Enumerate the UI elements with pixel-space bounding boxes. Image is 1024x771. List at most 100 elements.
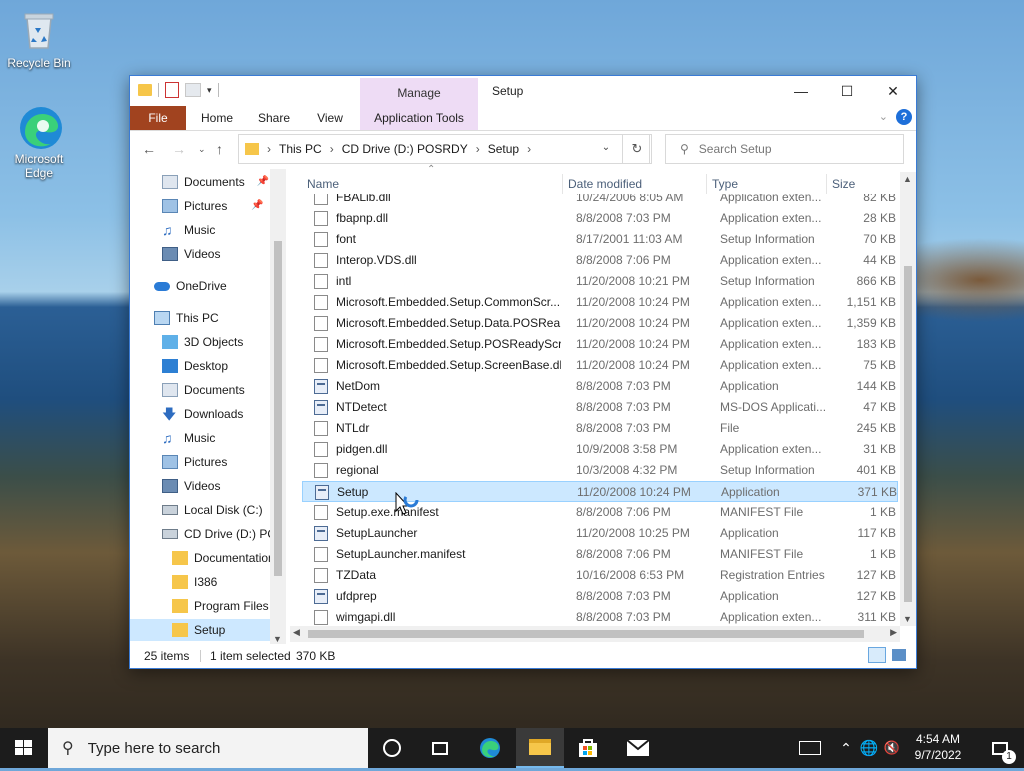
file-row[interactable]: fbapnp.dll 8/8/2008 7:03 PM Application ex… [302, 208, 898, 229]
file-row[interactable]: NetDom 8/8/2008 7:03 PM Application 144 KB [302, 376, 898, 397]
nav-item-videos[interactable]: Videos [162, 475, 220, 497]
column-header-type[interactable]: Type [712, 172, 738, 196]
recent-locations-chevron-icon[interactable]: ⌄ [198, 144, 206, 155]
breadcrumb-separator-icon[interactable]: › [527, 142, 531, 156]
taskbar-search-box[interactable]: ⚲ Type here to search [48, 728, 368, 768]
close-button[interactable]: ✕ [870, 76, 916, 106]
file-row[interactable]: FBALib.dll 10/24/2006 8:05 AM Application … [302, 194, 898, 208]
nav-item-local-disk[interactable]: Local Disk (C:) [162, 499, 263, 521]
details-view-icon[interactable] [868, 647, 886, 663]
nav-item-documentation[interactable]: Documentation [172, 547, 275, 569]
nav-item-program-files[interactable]: Program Files [172, 595, 269, 617]
scroll-up-icon[interactable]: ▲ [903, 174, 912, 184]
file-row[interactable]: SetupLauncher 11/20/2008 10:25 PM Applicat… [302, 523, 898, 544]
address-dropdown-icon[interactable]: ⌄ [593, 134, 619, 162]
file-row[interactable]: NTLdr 8/8/2008 7:03 PM File 245 KB [302, 418, 898, 439]
file-row[interactable]: Microsoft.Embedded.Setup.CommonScr... 11/… [302, 292, 898, 313]
file-list[interactable]: FBALib.dll 10/24/2006 8:05 AM Application … [294, 194, 900, 626]
taskbar-edge[interactable] [466, 728, 514, 768]
action-center-badge-icon[interactable] [792, 728, 828, 768]
file-row[interactable]: ufdprep 8/8/2008 7:03 PM Application 127 KB [302, 586, 898, 607]
nav-item-documents[interactable]: Documents [162, 379, 245, 401]
new-folder-icon[interactable] [185, 83, 201, 97]
nav-pane-scroll-thumb[interactable] [274, 241, 282, 576]
column-header-date[interactable]: Date modified [568, 172, 642, 196]
breadcrumb-separator-icon[interactable]: › [476, 142, 480, 156]
file-row[interactable]: wimgapi.dll 8/8/2008 7:03 PM Application e… [302, 607, 898, 626]
tab-application-tools[interactable]: Application Tools [360, 106, 478, 130]
file-list-horizontal-scroll-thumb[interactable] [308, 630, 864, 638]
customize-qat-icon[interactable]: ▾ [207, 85, 212, 96]
volume-muted-icon[interactable]: 🔇 [882, 728, 902, 768]
nav-item-setup[interactable]: Setup [130, 619, 270, 641]
scroll-down-icon[interactable]: ▼ [273, 634, 282, 644]
taskbar-file-explorer[interactable] [516, 728, 564, 768]
refresh-button[interactable]: ↻ [622, 134, 652, 164]
forward-button[interactable]: → [172, 141, 186, 157]
desktop-icon-recycle-bin[interactable]: Recycle Bin [1, 8, 77, 70]
tab-home[interactable]: Home [192, 106, 242, 130]
title-bar[interactable]: ▾ Manage Setup — ☐ ✕ [130, 76, 916, 106]
nav-item-desktop[interactable]: Desktop [162, 355, 228, 377]
desktop-icon-edge[interactable]: Microsoft Edge [1, 104, 77, 180]
nav-item-videos-quick[interactable]: Videos [162, 243, 220, 265]
breadcrumb-separator-icon[interactable]: › [330, 142, 334, 156]
file-row[interactable]: intl 11/20/2008 10:21 PM Setup Information… [302, 271, 898, 292]
help-icon[interactable]: ? [896, 109, 912, 125]
back-button[interactable]: ← [142, 141, 156, 157]
show-hidden-icons-chevron-icon[interactable]: ⌃ [836, 728, 856, 768]
file-row[interactable]: font 8/17/2001 11:03 AM Setup Information 7… [302, 229, 898, 250]
file-row[interactable]: Microsoft.Embedded.Setup.ScreenBase.dll 1… [302, 355, 898, 376]
scroll-left-icon[interactable]: ◀ [293, 627, 300, 638]
column-header-size[interactable]: Size [832, 172, 855, 196]
taskbar-mail[interactable] [614, 728, 662, 768]
file-list-horizontal-scrollbar[interactable]: ◀ ▶ [290, 626, 900, 642]
up-button[interactable]: ↑ [216, 141, 223, 157]
taskbar-store[interactable] [564, 728, 612, 768]
nav-item-pictures[interactable]: Pictures [162, 451, 227, 473]
nav-pane-scrollbar[interactable]: ▼ [270, 169, 286, 646]
file-row[interactable]: pidgen.dll 10/9/2008 3:58 PM Application e… [302, 439, 898, 460]
task-view-button[interactable] [416, 728, 464, 768]
column-header-name[interactable]: Name [307, 172, 339, 196]
address-bar[interactable]: › This PC › CD Drive (D:) POSRDY › Setup… [238, 134, 650, 164]
nav-item-downloads[interactable]: 🡇 Downloads [162, 403, 243, 425]
nav-item-onedrive[interactable]: OneDrive [154, 275, 227, 297]
nav-item-music[interactable]: ♫ Music [162, 427, 215, 449]
search-box[interactable]: ⚲ Search Setup [665, 134, 904, 164]
maximize-button[interactable]: ☐ [824, 76, 870, 106]
notification-center-button[interactable]: 1 [980, 728, 1020, 768]
file-row[interactable]: Microsoft.Embedded.Setup.Data.POSRea... 1… [302, 313, 898, 334]
large-icons-view-icon[interactable] [892, 649, 906, 661]
file-row[interactable]: Microsoft.Embedded.Setup.POSReadyScr... 1… [302, 334, 898, 355]
breadcrumb-separator-icon[interactable]: › [267, 142, 271, 156]
file-row[interactable]: SetupLauncher.manifest 8/8/2008 7:06 PM MA… [302, 544, 898, 565]
column-divider[interactable] [706, 174, 707, 194]
column-divider[interactable] [826, 174, 827, 194]
column-divider[interactable] [562, 174, 563, 194]
nav-item-pictures-pinned[interactable]: Pictures 📌 [162, 195, 264, 217]
start-button[interactable] [0, 728, 48, 768]
nav-item-3d-objects[interactable]: 3D Objects [162, 331, 243, 353]
nav-item-this-pc[interactable]: This PC [154, 307, 219, 329]
file-row[interactable]: Setup.exe.manifest 8/8/2008 7:06 PM MANIFE… [302, 502, 898, 523]
nav-item-i386[interactable]: I386 [172, 571, 217, 593]
clock[interactable]: 4:54 AM 9/7/2022 [900, 731, 976, 763]
collapse-ribbon-icon[interactable]: ⌄ [879, 110, 888, 123]
nav-item-documents-pinned[interactable]: Documents 📌 [162, 171, 269, 193]
cortana-button[interactable] [368, 728, 416, 768]
file-row[interactable]: Setup 11/20/2008 10:24 PM Application 371 K… [302, 481, 898, 502]
navigation-pane[interactable]: Documents 📌 Pictures 📌 ♫ Music Videos On… [130, 169, 286, 646]
tab-share[interactable]: Share [250, 106, 298, 130]
nav-item-music-quick[interactable]: ♫ Music [162, 219, 215, 241]
file-row[interactable]: Interop.VDS.dll 8/8/2008 7:06 PM Applicati… [302, 250, 898, 271]
scroll-right-icon[interactable]: ▶ [890, 627, 897, 638]
breadcrumb-setup[interactable]: Setup [488, 142, 519, 156]
file-row[interactable]: NTDetect 8/8/2008 7:03 PM MS-DOS Applicati… [302, 397, 898, 418]
nav-item-cd-drive[interactable]: CD Drive (D:) PO [162, 523, 277, 545]
network-icon[interactable]: 🌐 [858, 728, 880, 768]
tab-file[interactable]: File [130, 106, 186, 130]
breadcrumb-cd-drive[interactable]: CD Drive (D:) POSRDY [342, 142, 468, 156]
properties-icon[interactable] [165, 82, 179, 98]
breadcrumb-this-pc[interactable]: This PC [279, 142, 322, 156]
